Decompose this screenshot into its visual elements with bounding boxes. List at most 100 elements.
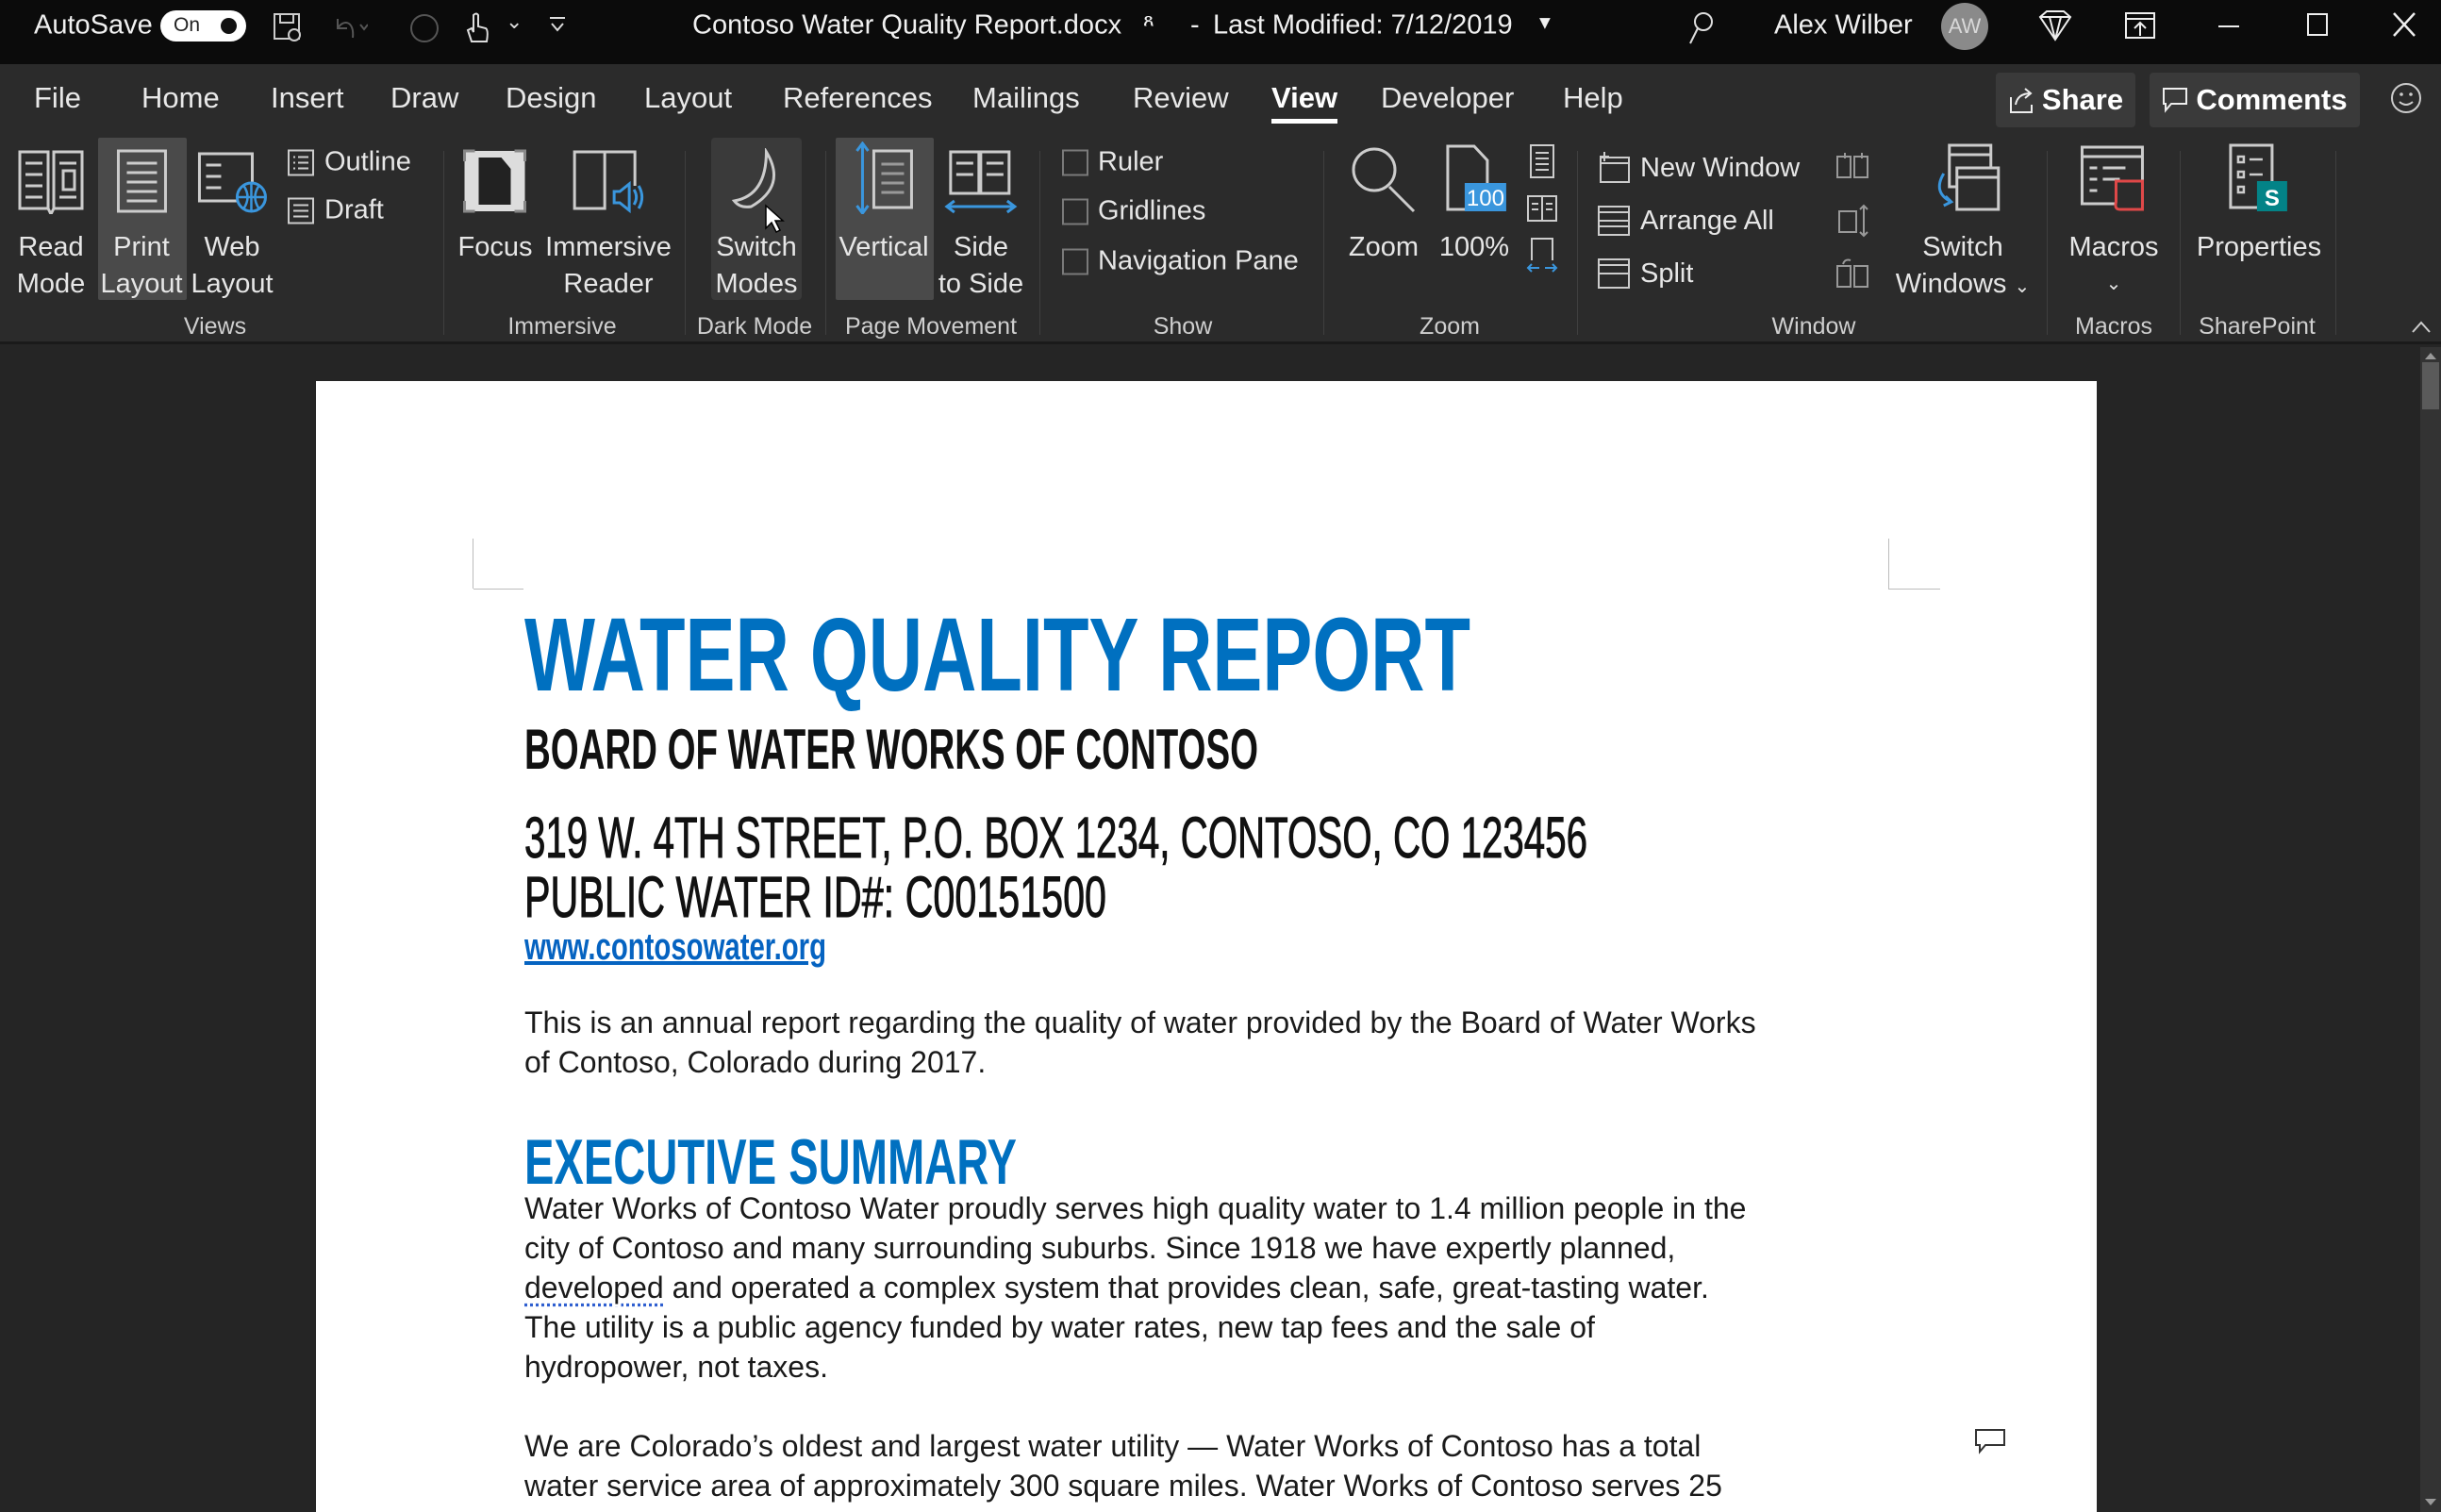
gridlines-label: Gridlines [1098,195,1206,226]
tab-draw[interactable]: Draw [390,81,458,115]
switch-windows-button[interactable]: Switch Windows ⌄ [1896,143,2030,306]
multiple-pages-icon[interactable] [1526,194,1558,223]
avatar-initials: AW [1948,14,1982,38]
print-layout-icon [116,149,167,213]
share-label: Share [2041,83,2124,116]
vertical-button[interactable]: Vertical [839,141,929,266]
undo-icon[interactable] [330,11,368,43]
print-layout-button[interactable]: Print Layout [100,148,183,303]
group-separator [1039,151,1040,335]
navigation-pane-checkbox-box[interactable] [1062,248,1088,274]
synchronous-scrolling-icon[interactable] [1835,204,1869,238]
gridlines-checkbox[interactable]: Gridlines [1062,196,1205,227]
share-icon [2009,88,2033,113]
gridlines-checkbox-box[interactable] [1062,198,1088,224]
vertical-scrollbar[interactable] [2420,347,2441,1512]
tab-view[interactable]: View [1271,81,1337,115]
group-label-views: Views [183,313,247,340]
customize-qat-icon[interactable] [547,15,568,36]
feedback-smiley-icon[interactable] [2389,81,2423,115]
web-layout-button[interactable]: Web Layout [191,148,274,303]
tab-design[interactable]: Design [506,81,597,115]
ruler-checkbox-box[interactable] [1062,149,1088,175]
ruler-checkbox[interactable]: Ruler [1062,147,1163,178]
outline-button[interactable]: Outline [287,147,411,178]
properties-button[interactable]: S Properties [2197,143,2321,266]
page-width-icon[interactable] [1526,236,1558,274]
comment-marker-icon[interactable] [1974,1428,2006,1454]
draft-button[interactable]: Draft [287,195,384,226]
minimize-button[interactable] [2218,25,2239,27]
switch-windows-icon [1938,143,2001,211]
text-line: water service area of approximately 300 … [524,1469,1722,1503]
share-button[interactable]: Share [1996,73,2135,127]
group-separator [2047,151,2048,335]
diamond-icon[interactable] [2037,9,2073,42]
new-window-button[interactable]: New Window [1597,152,1800,184]
zoom-button[interactable]: Zoom [1348,143,1420,266]
macros-button[interactable]: Macros ⌄ [2068,143,2159,303]
touch-mode-icon[interactable] [460,9,492,45]
comments-label: Comments [2196,83,2348,116]
scroll-up-icon[interactable] [2424,351,2437,360]
tab-developer[interactable]: Developer [1381,81,1514,115]
tab-file[interactable]: File [34,81,81,115]
search-icon[interactable] [1685,9,1717,47]
read-mode-label-1: Read [18,232,84,262]
autosave-toggle[interactable]: On [160,10,246,42]
read-mode-button[interactable]: Read Mode [16,148,86,303]
group-label-page-movement: Page Movement [844,313,1018,340]
reset-window-position-icon[interactable] [1835,257,1869,289]
comments-button[interactable]: Comments [2150,73,2360,127]
tab-review[interactable]: Review [1133,81,1229,115]
new-window-label: New Window [1640,152,1801,183]
one-page-icon[interactable] [1528,143,1556,179]
navigation-pane-checkbox[interactable]: Navigation Pane [1062,246,1299,277]
touch-dropdown-icon[interactable]: ⌄ [506,9,523,34]
immersive-label-2: Reader [563,269,654,299]
switch-modes-button[interactable]: Switch Modes [715,148,798,303]
macros-icon [2080,145,2144,211]
autosave-state: On [174,14,201,36]
split-button[interactable]: Split [1597,258,1693,290]
ribbon-display-options-icon[interactable] [2124,11,2156,40]
close-button[interactable] [2392,11,2416,38]
focus-button[interactable]: Focus [458,148,532,266]
website-link[interactable]: www.contosowater.org [524,926,826,968]
ribbon-tabs: File Home Insert Draw Design Layout Refe… [0,64,2441,140]
print-layout-label-1: Print [113,232,170,262]
side-label-2: to Side [938,269,1024,299]
zoom-100-label: 100% [1438,232,1510,262]
text-line: developed and operated a complex system … [524,1268,1746,1307]
avatar[interactable]: AW [1941,3,1988,50]
redo-icon[interactable] [407,11,441,45]
side-to-side-button[interactable]: Side to Side [938,148,1023,303]
scroll-down-icon[interactable] [2424,1498,2437,1507]
text-line-rest: and operated a complex system that provi… [663,1271,1709,1304]
ruler-label: Ruler [1098,146,1164,177]
group-label-macros: Macros [2075,313,2152,340]
view-side-by-side-icon[interactable] [1835,151,1869,181]
public-water-id: PUBLIC WATER ID#: C00151500 [524,865,1107,929]
tab-insert[interactable]: Insert [271,81,344,115]
maximize-button[interactable] [2307,13,2328,36]
vertical-label: Vertical [839,232,929,262]
save-icon[interactable] [272,11,304,43]
zoom-100-button[interactable]: 100 100% [1439,143,1509,266]
last-modified[interactable]: Last Modified: 7/12/2019 [1213,10,1513,42]
grammar-flagged-word[interactable]: developed [524,1271,664,1304]
arrange-all-button[interactable]: Arrange All [1597,205,1774,237]
tab-home[interactable]: Home [141,81,220,115]
tab-help[interactable]: Help [1563,81,1623,115]
collapse-ribbon-icon[interactable] [2411,319,2432,334]
user-name[interactable]: Alex Wilber [1774,10,1913,42]
group-label-zoom: Zoom [1420,313,1480,340]
immersive-reader-button[interactable]: Immersive Reader [545,148,672,303]
tab-references[interactable]: References [783,81,933,115]
document-page[interactable]: WATER QUALITY REPORT BOARD OF WATER WORK… [316,381,2097,1512]
scrollbar-thumb[interactable] [2422,362,2439,409]
focus-icon [463,149,527,213]
tab-mailings[interactable]: Mailings [972,81,1080,115]
tab-layout[interactable]: Layout [644,81,732,115]
chevron-down-icon[interactable]: ▼ [1536,13,1554,35]
